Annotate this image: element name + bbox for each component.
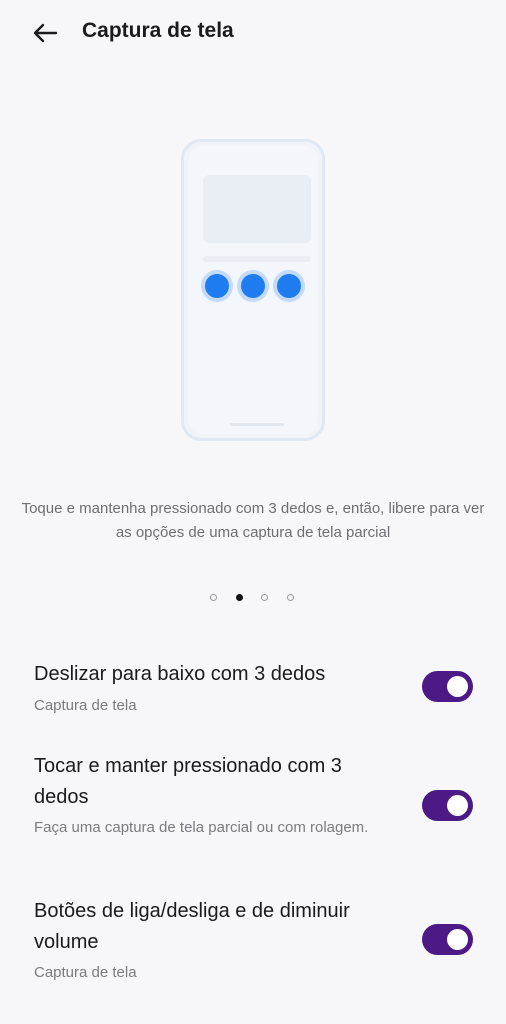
page-dot[interactable] — [261, 594, 268, 601]
toggle-touch-hold-3-fingers[interactable] — [422, 790, 473, 821]
phone-home-bar — [230, 423, 284, 426]
touch-point-icon — [205, 274, 229, 298]
toggle-swipe-down-3-fingers[interactable] — [422, 671, 473, 702]
setting-subtitle: Captura de tela — [34, 697, 137, 714]
toggle-knob — [447, 929, 468, 950]
setting-title: Deslizar para baixo com 3 dedos — [34, 663, 326, 685]
setting-title: Botões de liga/desliga e de diminuir vol… — [34, 900, 350, 953]
app-header: Captura de tela — [0, 0, 506, 66]
touch-point-icon — [241, 274, 265, 298]
toggle-knob — [447, 676, 468, 697]
setting-subtitle: Captura de tela — [34, 964, 137, 981]
phone-placeholder-line — [203, 256, 311, 262]
back-button[interactable] — [26, 14, 64, 52]
gesture-description: Toque e mantenha pressionado com 3 dedos… — [21, 500, 485, 541]
setting-title: Tocar e manter pressionado com 3 dedos — [34, 755, 342, 808]
toggle-power-volume-buttons[interactable] — [422, 924, 473, 955]
page-indicator — [210, 594, 300, 606]
touch-point-icon — [277, 274, 301, 298]
page-dot[interactable] — [287, 594, 294, 601]
phone-placeholder-block — [203, 175, 311, 243]
page-title: Captura de tela — [82, 19, 234, 42]
toggle-knob — [447, 795, 468, 816]
setting-subtitle: Faça uma captura de tela parcial ou com … — [34, 819, 369, 836]
page-dot-active[interactable] — [236, 594, 243, 601]
arrow-left-icon — [33, 23, 58, 43]
page-dot[interactable] — [210, 594, 217, 601]
